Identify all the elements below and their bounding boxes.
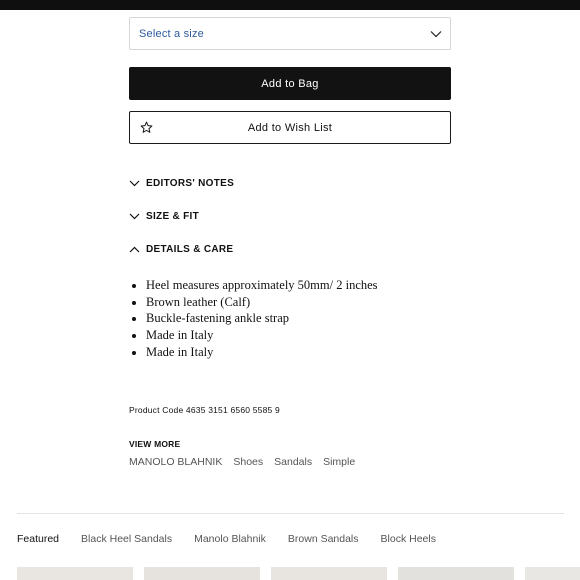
tab-manolo-blahnik[interactable]: Manolo Blahnik	[194, 533, 266, 545]
size-select-placeholder: Select a size	[139, 28, 204, 40]
size-select[interactable]: Select a size	[129, 17, 451, 50]
product-code: Product Code 4635 3151 6560 5585 9	[129, 405, 280, 415]
view-more-link-shoes[interactable]: Shoes	[233, 456, 263, 468]
details-item: Heel measures approximately 50mm/ 2 inch…	[146, 277, 378, 294]
accordion-label: SIZE & FIT	[146, 210, 199, 222]
section-divider	[17, 513, 564, 514]
accordion-editors-notes[interactable]: EDITORS' NOTES	[129, 175, 234, 191]
product-thumbnail[interactable]	[525, 567, 580, 580]
view-more-links: MANOLO BLAHNIK Shoes Sandals Simple	[129, 456, 366, 468]
chevron-down-icon	[430, 31, 442, 38]
product-thumbnail[interactable]	[144, 567, 260, 580]
view-more-link-designer[interactable]: MANOLO BLAHNIK	[129, 456, 222, 468]
wish-list-label: Add to Wish List	[247, 121, 333, 134]
accordion-details-care[interactable]: DETAILS & CARE	[129, 241, 233, 257]
accordion-label: EDITORS' NOTES	[146, 177, 235, 189]
tab-featured[interactable]: Featured	[17, 533, 59, 545]
details-item: Made in Italy	[146, 327, 378, 344]
star-icon	[140, 121, 153, 133]
tab-brown-sandals[interactable]: Brown Sandals	[288, 533, 359, 545]
add-to-wish-list-button[interactable]: Add to Wish List	[129, 111, 451, 144]
chevron-down-icon	[129, 213, 140, 219]
accordion-label: DETAILS & CARE	[146, 243, 234, 255]
chevron-up-icon	[129, 246, 140, 252]
product-thumbnail[interactable]	[398, 567, 514, 580]
view-more-link-simple[interactable]: Simple	[323, 456, 355, 468]
details-list: Heel measures approximately 50mm/ 2 inch…	[129, 277, 378, 361]
details-item: Brown leather (Calf)	[146, 294, 378, 311]
product-thumbnail[interactable]	[271, 567, 387, 580]
view-more-link-sandals[interactable]: Sandals	[274, 456, 312, 468]
add-to-bag-button[interactable]: Add to Bag	[129, 67, 451, 100]
tab-black-heel-sandals[interactable]: Black Heel Sandals	[81, 533, 172, 545]
top-bar	[0, 0, 580, 10]
accordion-size-fit[interactable]: SIZE & FIT	[129, 208, 199, 224]
recommendation-tabs: Featured Black Heel Sandals Manolo Blahn…	[17, 533, 458, 545]
chevron-down-icon	[129, 180, 140, 186]
tab-block-heels[interactable]: Block Heels	[381, 533, 436, 545]
product-thumbnail[interactable]	[17, 567, 133, 580]
details-item: Made in Italy	[146, 344, 378, 361]
view-more-title: VIEW MORE	[129, 439, 181, 449]
details-item: Buckle-fastening ankle strap	[146, 310, 378, 327]
